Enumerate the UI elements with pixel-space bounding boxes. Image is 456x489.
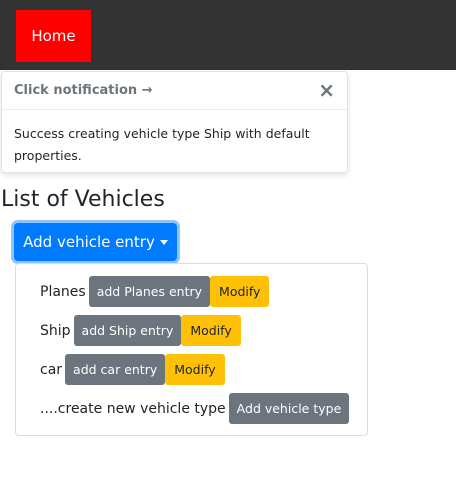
- vehicle-name: Ship: [40, 322, 71, 339]
- list-item-create-new: ....create new vehicle type Add vehicle …: [40, 393, 350, 424]
- notification-message: Success creating vehicle type Ship with …: [14, 126, 310, 163]
- add-planes-entry-button[interactable]: add Planes entry: [88, 276, 211, 307]
- home-button[interactable]: Home: [16, 10, 91, 62]
- modify-car-button[interactable]: Modify: [165, 354, 225, 385]
- notification-header: Click notification → ×: [2, 72, 347, 110]
- notification-title: Click notification →: [14, 83, 153, 98]
- modify-planes-button[interactable]: Modify: [210, 276, 270, 307]
- add-vehicle-entry-dropdown[interactable]: Add vehicle entry: [14, 223, 177, 261]
- vehicle-dropdown-menu: Planes add Planes entry Modify Ship add …: [15, 263, 368, 436]
- close-icon[interactable]: ×: [318, 80, 335, 100]
- click-notification: Click notification → × Success creating …: [1, 71, 348, 173]
- modify-ship-button[interactable]: Modify: [181, 315, 241, 346]
- list-item-car: car add car entry Modify: [40, 354, 225, 385]
- page-title: List of Vehicles: [1, 187, 165, 212]
- create-new-label: ....create new vehicle type: [40, 400, 226, 417]
- add-vehicle-type-button[interactable]: Add vehicle type: [228, 393, 350, 424]
- list-item-planes: Planes add Planes entry Modify: [40, 276, 270, 307]
- vehicle-name: Planes: [40, 283, 86, 300]
- add-ship-entry-button[interactable]: add Ship entry: [73, 315, 182, 346]
- add-vehicle-entry-label: Add vehicle entry: [23, 233, 155, 251]
- caret-down-icon: [159, 239, 168, 245]
- navbar: Home: [0, 0, 456, 70]
- vehicle-name: car: [40, 361, 63, 378]
- add-car-entry-button[interactable]: add car entry: [65, 354, 166, 385]
- list-item-ship: Ship add Ship entry Modify: [40, 315, 241, 346]
